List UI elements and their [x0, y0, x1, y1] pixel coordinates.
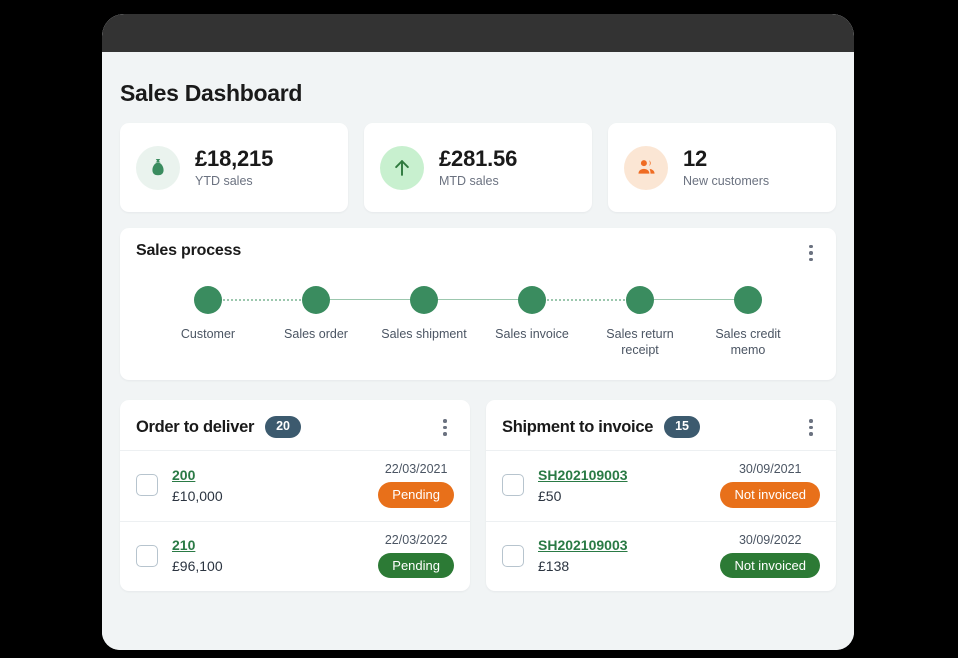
- table-row[interactable]: SH202109003 £50 30/09/2021 Not invoiced: [486, 450, 836, 521]
- process-connector: [424, 299, 532, 301]
- table-row[interactable]: 210 £96,100 22/03/2022 Pending: [120, 521, 470, 592]
- money-bag-icon: [136, 146, 180, 190]
- kebab-menu-icon[interactable]: [436, 416, 454, 438]
- row-amount: £96,100: [172, 558, 364, 574]
- status-badge: Not invoiced: [720, 482, 820, 508]
- kpi-label: New customers: [683, 174, 769, 188]
- process-node: [194, 286, 222, 314]
- status-badge: Pending: [378, 553, 454, 579]
- process-connector: [640, 299, 748, 301]
- row-document-link[interactable]: 200: [172, 467, 195, 483]
- kpi-card-mtd-sales[interactable]: £281.56 MTD sales: [364, 123, 592, 212]
- sales-process-steps: Customer Sales order Sales shipment Sale…: [136, 272, 820, 358]
- row-right: 22/03/2022 Pending: [378, 533, 454, 579]
- process-step-sales-return-receipt[interactable]: Sales return receipt: [586, 286, 694, 358]
- dashboard-viewport: Sales Dashboard £18,215 YTD sales: [102, 52, 854, 650]
- shipment-to-invoice-header-left: Shipment to invoice 15: [502, 416, 700, 438]
- sales-process-header: Sales process: [136, 242, 820, 264]
- status-badge: Not invoiced: [720, 553, 820, 579]
- list-card-row: Order to deliver 20 200 £10,000 22/03/20…: [120, 400, 836, 591]
- kebab-menu-icon[interactable]: [802, 242, 820, 264]
- row-checkbox[interactable]: [502, 545, 524, 567]
- row-main: 210 £96,100: [172, 537, 364, 574]
- count-badge: 15: [664, 416, 700, 438]
- kpi-card-ytd-sales[interactable]: £18,215 YTD sales: [120, 123, 348, 212]
- new-customers-icon: [624, 146, 668, 190]
- process-step-sales-credit-memo[interactable]: Sales credit memo: [694, 286, 802, 358]
- process-node: [626, 286, 654, 314]
- kpi-label: YTD sales: [195, 174, 273, 188]
- row-main: SH202109003 £50: [538, 467, 706, 504]
- row-amount: £50: [538, 488, 706, 504]
- kpi-value: £18,215: [195, 147, 273, 171]
- row-main: 200 £10,000: [172, 467, 364, 504]
- table-row[interactable]: 200 £10,000 22/03/2021 Pending: [120, 450, 470, 521]
- process-step-label: Sales credit memo: [702, 327, 794, 358]
- arrow-up-icon: [380, 146, 424, 190]
- row-right: 30/09/2021 Not invoiced: [720, 462, 820, 508]
- kpi-card-row: £18,215 YTD sales £281.56 MTD sales: [120, 123, 836, 212]
- order-to-deliver-header-left: Order to deliver 20: [136, 416, 301, 438]
- order-to-deliver-header: Order to deliver 20: [120, 400, 470, 450]
- kpi-value: £281.56: [439, 147, 517, 171]
- kpi-text-mtd-sales: £281.56 MTD sales: [439, 147, 517, 188]
- row-checkbox[interactable]: [136, 474, 158, 496]
- page-title: Sales Dashboard: [120, 80, 836, 107]
- list-title: Order to deliver: [136, 418, 254, 437]
- process-node: [302, 286, 330, 314]
- row-amount: £10,000: [172, 488, 364, 504]
- process-step-customer[interactable]: Customer: [154, 286, 262, 358]
- process-connector: [208, 299, 316, 301]
- row-date: 30/09/2021: [739, 462, 802, 476]
- device-frame: Sales Dashboard £18,215 YTD sales: [102, 14, 854, 650]
- process-connector: [532, 299, 640, 301]
- process-step-sales-invoice[interactable]: Sales invoice: [478, 286, 586, 358]
- row-date: 22/03/2022: [385, 533, 448, 547]
- shipment-to-invoice-header: Shipment to invoice 15: [486, 400, 836, 450]
- kpi-text-ytd-sales: £18,215 YTD sales: [195, 147, 273, 188]
- process-step-label: Customer: [181, 327, 235, 343]
- order-to-deliver-card: Order to deliver 20 200 £10,000 22/03/20…: [120, 400, 470, 591]
- row-checkbox[interactable]: [502, 474, 524, 496]
- row-checkbox[interactable]: [136, 545, 158, 567]
- row-right: 22/03/2021 Pending: [378, 462, 454, 508]
- process-node: [410, 286, 438, 314]
- status-badge: Pending: [378, 482, 454, 508]
- count-badge: 20: [265, 416, 301, 438]
- process-step-label: Sales shipment: [381, 327, 466, 343]
- process-step-sales-order[interactable]: Sales order: [262, 286, 370, 358]
- process-node: [734, 286, 762, 314]
- row-date: 30/09/2022: [739, 533, 802, 547]
- kpi-text-new-customers: 12 New customers: [683, 147, 769, 188]
- process-connector: [316, 299, 424, 301]
- browser-title-bar: [102, 14, 854, 52]
- row-main: SH202109003 £138: [538, 537, 706, 574]
- row-amount: £138: [538, 558, 706, 574]
- row-document-link[interactable]: SH202109003: [538, 537, 628, 553]
- kpi-value: 12: [683, 147, 769, 171]
- row-right: 30/09/2022 Not invoiced: [720, 533, 820, 579]
- process-step-label: Sales return receipt: [594, 327, 686, 358]
- sales-process-panel: Sales process Customer Sales order: [120, 228, 836, 380]
- list-title: Shipment to invoice: [502, 418, 653, 437]
- row-document-link[interactable]: 210: [172, 537, 195, 553]
- kpi-card-new-customers[interactable]: 12 New customers: [608, 123, 836, 212]
- process-step-label: Sales order: [284, 327, 348, 343]
- row-document-link[interactable]: SH202109003: [538, 467, 628, 483]
- process-node: [518, 286, 546, 314]
- kebab-menu-icon[interactable]: [802, 416, 820, 438]
- kpi-label: MTD sales: [439, 174, 517, 188]
- process-step-label: Sales invoice: [495, 327, 569, 343]
- table-row[interactable]: SH202109003 £138 30/09/2022 Not invoiced: [486, 521, 836, 592]
- sales-process-title: Sales process: [136, 242, 241, 260]
- process-step-sales-shipment[interactable]: Sales shipment: [370, 286, 478, 358]
- shipment-to-invoice-card: Shipment to invoice 15 SH202109003 £50 3…: [486, 400, 836, 591]
- row-date: 22/03/2021: [385, 462, 448, 476]
